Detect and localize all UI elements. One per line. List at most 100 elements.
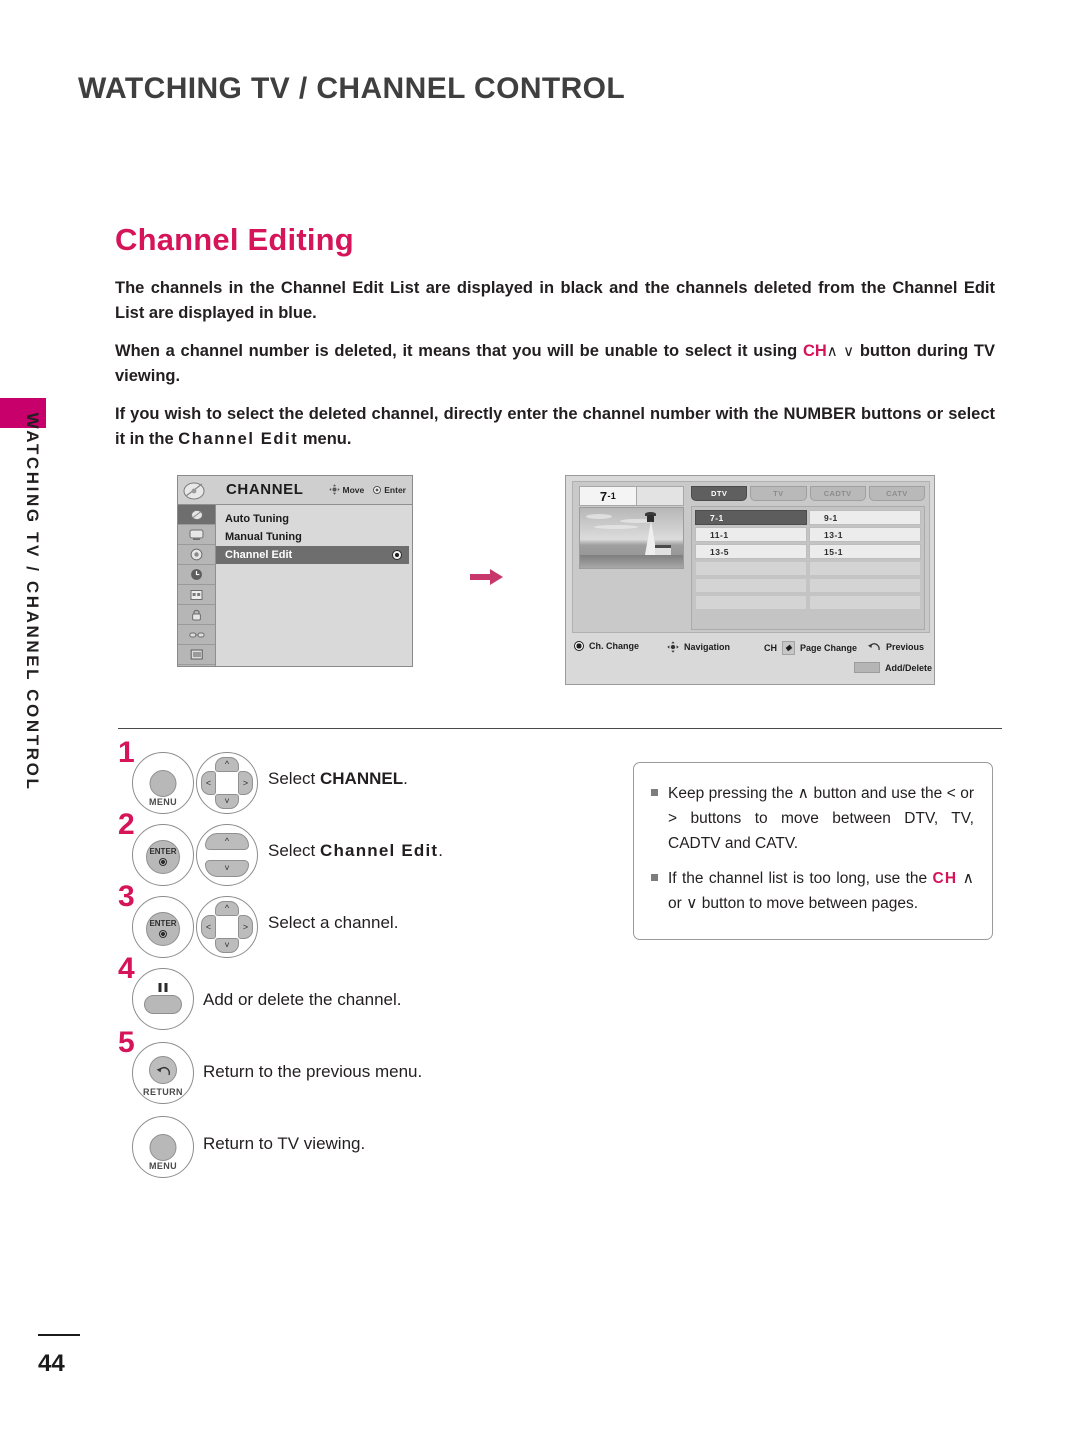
sidebar-icon-option[interactable] [178, 585, 215, 605]
remote-key-enter[interactable]: ENTER [132, 896, 194, 958]
remote-key-add-delete[interactable] [132, 968, 194, 1030]
step-text-bold: CHANNEL [319, 769, 404, 788]
legend-label: Page Change [800, 643, 858, 653]
step-3: 3 ENTER ^ ˅ < > Select a channel. [118, 882, 618, 958]
note-text: Keep pressing the [668, 785, 798, 802]
sidebar-icon-input[interactable] [178, 625, 215, 645]
preview-channel-number: 7 -1 [579, 486, 637, 506]
note-text: or [955, 785, 974, 802]
sidebar-icon-usb[interactable] [178, 645, 215, 665]
tab-label: CATV [886, 489, 908, 498]
osd-icon-sidebar [178, 505, 216, 666]
channel-cell-selected[interactable]: 7-1 [695, 510, 807, 525]
paragraph-2: When a channel number is deleted, it mea… [115, 339, 995, 389]
channel-cell[interactable]: 13-5 [695, 544, 807, 559]
add-delete-swatch-icon [854, 662, 880, 673]
osd-item-channel-edit[interactable]: Channel Edit [216, 546, 409, 564]
dpad-down-segment[interactable]: ˅ [215, 794, 239, 809]
sidebar-icon-lock[interactable] [178, 605, 215, 625]
preview-blank-cell [637, 486, 684, 506]
tab-label: DTV [711, 489, 728, 498]
updown-up-segment[interactable]: ^ [205, 833, 249, 850]
legend-navigation: Navigation [667, 641, 730, 653]
step-text-post: . [438, 841, 444, 860]
up-arrow-glyph: ∧ [797, 785, 810, 802]
menu-key-cap-icon [149, 770, 177, 797]
channel-cell[interactable]: 11-1 [695, 527, 807, 542]
body-copy: The channels in the Channel Edit List ar… [115, 276, 995, 452]
dpad-right-segment[interactable]: > [238, 771, 253, 795]
legend-label: Ch. Change [589, 641, 640, 651]
remote-dpad[interactable]: ^ ˅ < > [196, 752, 258, 814]
osd-item-auto-tuning[interactable]: Auto Tuning [216, 510, 412, 528]
updown-pad-icon: ^ ˅ [201, 829, 253, 881]
osd-item-manual-tuning[interactable]: Manual Tuning [216, 528, 412, 546]
step-text-pre: Add or delete the channel. [203, 990, 402, 1009]
dpad-up-segment[interactable]: ^ [215, 757, 239, 772]
ch-accent-label: CH [932, 870, 958, 887]
note-text: buttons to move between DTV, TV, CADTV a… [668, 810, 974, 852]
sidebar-icon-channel[interactable] [178, 505, 215, 525]
running-head: WATCHING TV / CHANNEL CONTROL [78, 72, 626, 105]
dpad-up-segment[interactable]: ^ [215, 901, 239, 916]
channel-label: 13-5 [710, 546, 730, 557]
remote-key-label: MENU [148, 797, 178, 807]
tab-tv[interactable]: TV [750, 486, 807, 501]
note-item-1-text: Keep pressing the ∧ button and use the <… [668, 781, 974, 856]
legend-previous: Previous [867, 641, 924, 652]
left-arrow-glyph: < [946, 785, 956, 802]
note-item-2: If the channel list is too long, use the… [650, 866, 974, 916]
osd-body: Auto Tuning Manual Tuning Channel Edit [178, 505, 412, 666]
remote-key-menu[interactable]: MENU [132, 752, 194, 814]
channel-cell[interactable]: 13-1 [809, 527, 921, 542]
step-text-pre: Return to TV viewing. [203, 1134, 366, 1153]
sidebar-icon-time[interactable] [178, 565, 215, 585]
note-text: or [668, 895, 687, 912]
satellite-dish-icon [183, 482, 205, 500]
legend-label: Navigation [684, 642, 731, 652]
steps-list: 1 MENU ^ ˅ < > Select CHANNEL. 2 ENTER ^… [118, 738, 618, 1178]
channel-cell[interactable]: 15-1 [809, 544, 921, 559]
preview-channel-minor: -1 [607, 491, 617, 501]
channel-label: 15-1 [824, 546, 844, 557]
osd-item-label: Channel Edit [225, 549, 293, 561]
step-text-pre: Select [268, 841, 320, 860]
dpad-right-segment[interactable]: > [238, 915, 253, 939]
down-arrow-glyph: ∨ [686, 895, 698, 912]
channel-label: 13-1 [824, 529, 844, 540]
channel-cell-empty [809, 578, 921, 593]
dpad-left-segment[interactable]: < [201, 915, 216, 939]
remote-dpad[interactable]: ^ ˅ < > [196, 896, 258, 958]
dpad-icon: ^ ˅ < > [201, 901, 253, 953]
preview-channel-major: 7 [599, 488, 608, 504]
step-4: 4 Add or delete the channel. [118, 954, 618, 1032]
channel-cell[interactable]: 9-1 [809, 510, 921, 525]
sidebar-icon-audio[interactable] [178, 545, 215, 565]
return-arrow-icon [156, 1066, 170, 1075]
step-text: Add or delete the channel. [203, 990, 401, 1010]
updown-down-segment[interactable]: ˅ [205, 860, 249, 877]
osd-channel-edit-list: 7 -1 DTV TV CADTV CATV 7-1 9-1 11-1 13-1… [565, 475, 935, 685]
dpad-down-segment[interactable]: ˅ [215, 938, 239, 953]
remote-key-label: ENTER [149, 919, 177, 929]
remote-key-menu[interactable]: MENU [132, 1116, 194, 1178]
section-divider [118, 728, 1002, 729]
channel-cell-empty [695, 595, 807, 610]
dpad-icon: ^ ˅ < > [201, 757, 253, 809]
step-return-to-tv: MENU Return to TV viewing. [118, 1106, 618, 1178]
menu-key-cap-icon [149, 1134, 177, 1161]
dpad-left-segment[interactable]: < [201, 771, 216, 795]
hint-move-label: Move [342, 484, 365, 495]
tab-dtv[interactable]: DTV [691, 486, 748, 501]
channel-cell-empty [695, 578, 807, 593]
remote-updown-pad[interactable]: ^ ˅ [196, 824, 258, 886]
tab-catv[interactable]: CATV [868, 486, 925, 501]
step-5: 5 RETURN Return to the previous menu. [118, 1028, 618, 1106]
remote-key-enter[interactable]: ENTER [132, 824, 194, 886]
tab-cadtv[interactable]: CADTV [809, 486, 866, 501]
hint-move: Move [328, 484, 365, 495]
sidebar-icon-picture[interactable] [178, 525, 215, 545]
channel-grid: 7-1 9-1 11-1 13-1 13-5 15-1 [691, 506, 925, 630]
enter-dot-icon [373, 485, 382, 494]
remote-key-return[interactable]: RETURN [132, 1042, 194, 1104]
